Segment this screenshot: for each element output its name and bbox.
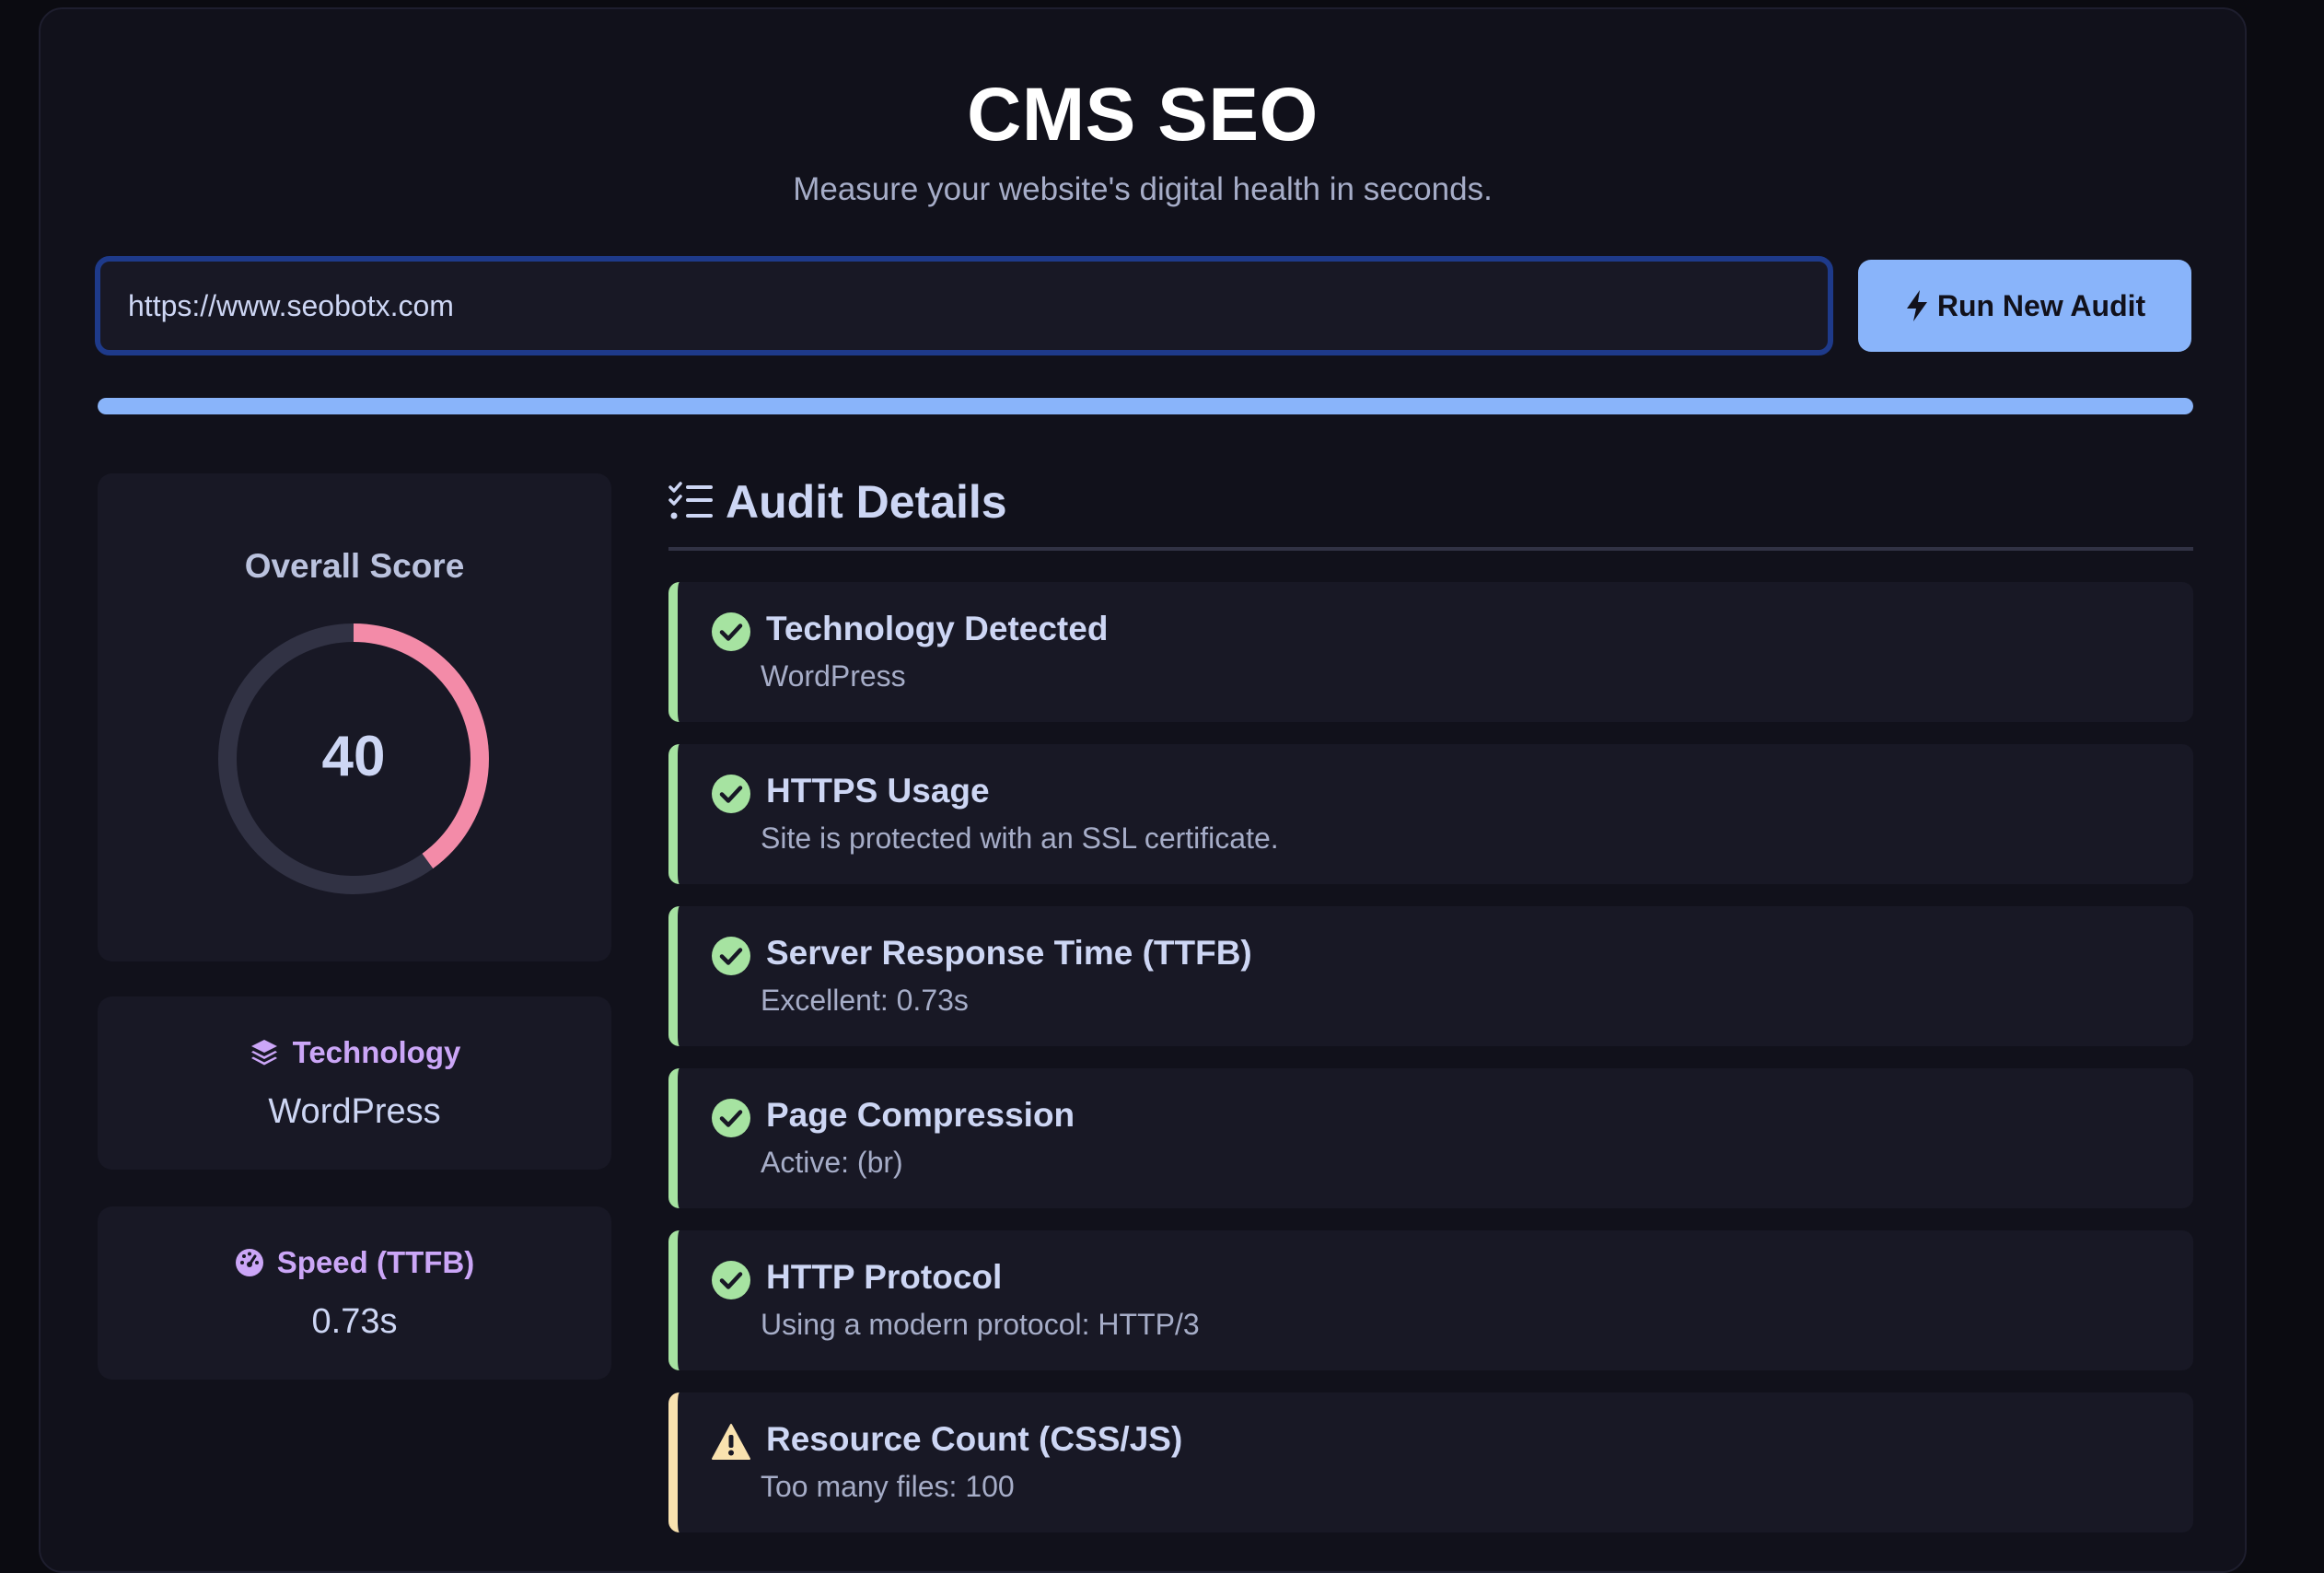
progress-fill: [98, 398, 2193, 414]
audit-item-title: Technology Detected: [766, 610, 1109, 647]
bolt-icon: [1906, 290, 1927, 321]
audit-item-desc: WordPress: [761, 659, 906, 693]
check-circle-icon: [712, 1099, 750, 1137]
page-subtitle: Measure your website's digital health in…: [793, 171, 1493, 207]
gauge-icon: [235, 1249, 263, 1276]
score-label: Overall Score: [244, 547, 465, 585]
audit-item-title: HTTPS Usage: [766, 772, 990, 810]
audit-item-desc: Too many files: 100: [761, 1470, 1015, 1503]
check-circle-icon: [712, 1261, 750, 1299]
audit-item-title: Page Compression: [766, 1096, 1075, 1134]
technology-value: WordPress: [268, 1092, 441, 1131]
checklist-icon: [668, 482, 713, 519]
audit-item: HTTPS Usage Site is protected with an SS…: [668, 744, 2193, 884]
technology-label: Technology: [292, 1035, 461, 1069]
score-gauge: 40: [215, 621, 492, 897]
check-circle-icon: [712, 775, 750, 813]
speed-value: 0.73s: [311, 1302, 398, 1341]
audit-item-desc: Using a modern protocol: HTTP/3: [761, 1308, 1200, 1341]
page-title: CMS SEO: [967, 73, 1319, 157]
warning-icon: [712, 1424, 750, 1460]
score-value: 40: [321, 725, 386, 788]
audit-item: Technology Detected WordPress: [668, 582, 2193, 722]
technology-card: Technology WordPress: [98, 996, 611, 1170]
audit-details-header: Audit Details: [668, 473, 2193, 551]
audit-panel: CMS SEO Measure your website's digital h…: [39, 7, 2247, 1573]
audit-item-title: HTTP Protocol: [766, 1258, 1003, 1296]
audit-item: Server Response Time (TTFB) Excellent: 0…: [668, 906, 2193, 1046]
layers-icon: [250, 1040, 277, 1066]
check-circle-icon: [712, 937, 750, 975]
audit-item: Page Compression Active: (br): [668, 1068, 2193, 1208]
audit-item-desc: Active: (br): [761, 1146, 903, 1179]
audit-item-title: Resource Count (CSS/JS): [766, 1420, 1183, 1458]
audit-item: Resource Count (CSS/JS) Too many files: …: [668, 1392, 2193, 1532]
audit-item-title: Server Response Time (TTFB): [766, 934, 1252, 972]
audit-item-desc: Excellent: 0.73s: [761, 984, 969, 1017]
speed-label: Speed (TTFB): [276, 1245, 475, 1279]
check-circle-icon: [712, 612, 750, 651]
progress-bar: [98, 398, 2193, 414]
run-audit-label: Run New Audit: [1936, 288, 2146, 322]
audit-item-desc: Site is protected with an SSL certificat…: [761, 821, 1279, 855]
url-input[interactable]: [95, 256, 1833, 355]
audit-details-title: Audit Details: [726, 476, 1007, 528]
speed-card: Speed (TTFB) 0.73s: [98, 1206, 611, 1380]
run-audit-button[interactable]: Run New Audit: [1858, 260, 2191, 352]
score-card: Overall Score 40: [98, 473, 611, 961]
audit-item: HTTP Protocol Using a modern protocol: H…: [668, 1230, 2193, 1370]
